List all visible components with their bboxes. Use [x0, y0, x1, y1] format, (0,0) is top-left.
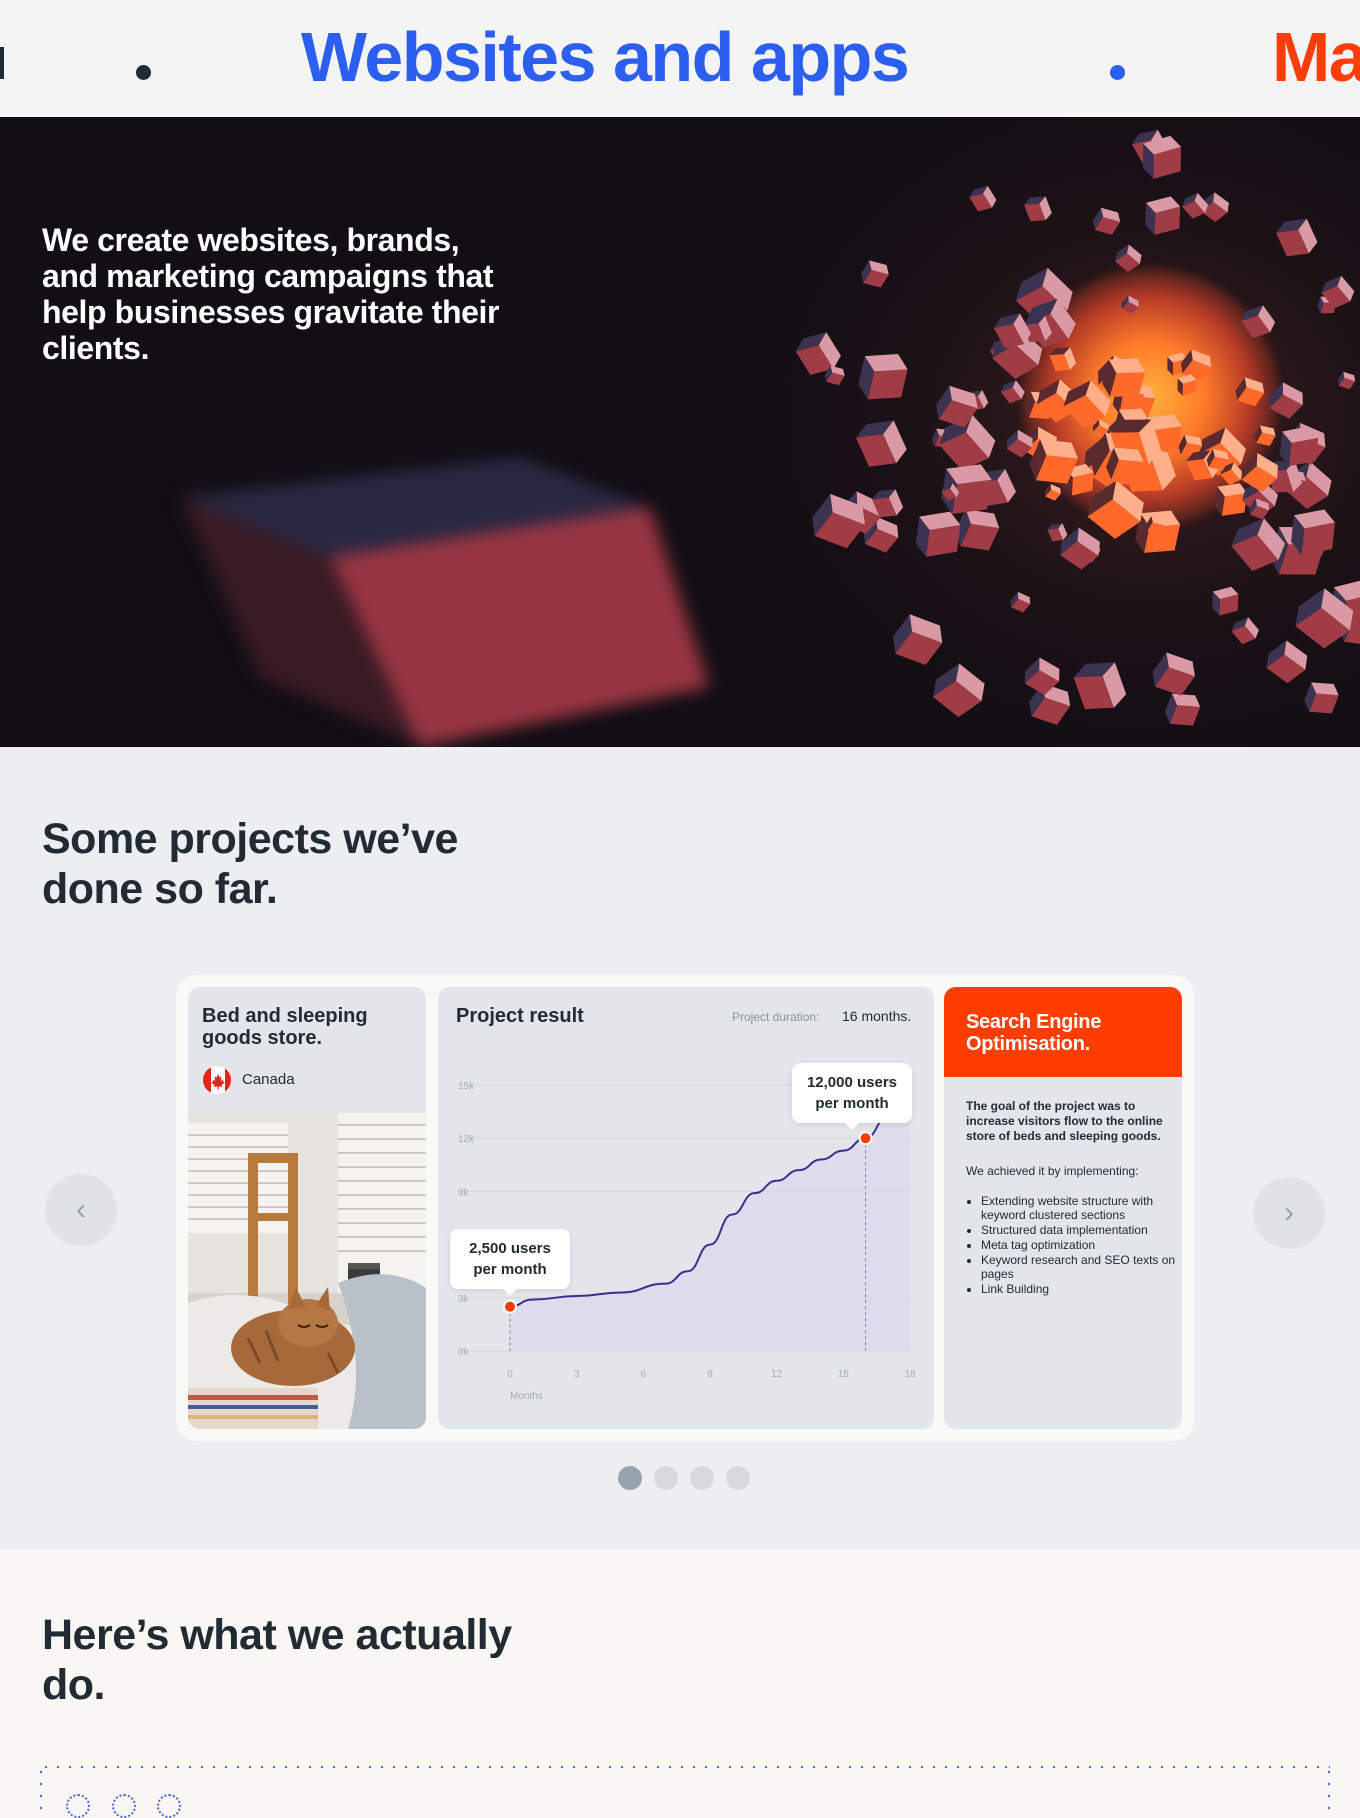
pagination-dot-4[interactable]	[726, 1466, 750, 1490]
x-tick-label: 3	[574, 1369, 580, 1380]
hero-cube	[1047, 523, 1068, 542]
hero-cube	[1269, 382, 1303, 419]
chart-annotation-start: 2,500 users per month	[450, 1229, 570, 1296]
x-tick-label: 0	[507, 1369, 513, 1380]
service-list-item: Extending website structure with keyword…	[981, 1194, 1176, 1222]
hero-cube	[1000, 380, 1025, 404]
service-list-item: Keyword research and SEO texts on pages	[981, 1253, 1176, 1281]
service-list: Extending website structure with keyword…	[981, 1194, 1176, 1297]
hero-cube	[1044, 484, 1061, 501]
hero-cube	[858, 354, 908, 400]
pagination-dot-2[interactable]	[654, 1466, 678, 1490]
ticker-title-next: Ma	[1272, 18, 1360, 96]
result-line-chart: 0k 3k 9k 12k 15k 0 3 6 9 12 15 18 Months	[458, 1081, 916, 1402]
service-list-item: Link Building	[981, 1282, 1176, 1296]
chart-marker	[858, 1131, 873, 1146]
service-card: Search Engine Optimisation. The goal of …	[944, 987, 1182, 1429]
services-heading: Here’s what we actually do.	[42, 1611, 512, 1709]
chevron-left-icon: ‹	[76, 1193, 86, 1226]
hero-banner: We create websites, brands, and marketin…	[0, 117, 1360, 747]
canada-flag-icon	[202, 1065, 232, 1095]
hero-cube	[861, 260, 889, 288]
hero-cube	[1266, 640, 1308, 684]
hero-cube	[969, 185, 997, 212]
y-tick-label: 0k	[458, 1347, 470, 1358]
dotted-frame-top	[40, 1766, 1330, 1768]
hero-cube	[1121, 295, 1139, 314]
hero-cube	[1276, 218, 1318, 257]
y-tick-label: 9k	[458, 1187, 470, 1198]
x-tick-label: 15	[838, 1369, 850, 1380]
service-intro: We achieved it by implementing:	[966, 1164, 1139, 1178]
chart-marker	[503, 1299, 517, 1314]
hero-cube	[1254, 425, 1276, 446]
client-country: Canada	[242, 1071, 295, 1088]
hero-cube	[1231, 617, 1259, 645]
projects-section: Some projects we’ve done so far. ‹ › Bed…	[0, 747, 1360, 1550]
ticker-dot	[136, 65, 151, 80]
carousel-prev-button[interactable]: ‹	[45, 1174, 117, 1246]
hero-cube	[1073, 662, 1127, 710]
x-tick-label: 18	[904, 1369, 916, 1380]
client-name: Bed and sleeping goods store.	[202, 1005, 368, 1049]
hero-cube	[855, 420, 907, 467]
hero-cube	[1212, 586, 1239, 616]
pagination-dot-3[interactable]	[690, 1466, 714, 1490]
projects-heading: Some projects we’ve done so far.	[42, 815, 458, 913]
dotted-frame-right	[1328, 1766, 1330, 1818]
hero-cube	[892, 614, 943, 665]
loader-ring-icon	[157, 1794, 181, 1818]
loader-ring-icon	[66, 1794, 90, 1818]
hero-cube	[1182, 192, 1209, 219]
chevron-right-icon: ›	[1284, 1196, 1294, 1229]
hero-cube	[1145, 196, 1181, 235]
hero-cube	[1235, 377, 1265, 407]
chart-annotation-end: 12,000 users per month	[792, 1063, 912, 1130]
x-tick-label: 6	[641, 1369, 647, 1380]
client-card: Bed and sleeping goods store. Canada	[188, 987, 426, 1429]
pagination-dot-1[interactable]	[618, 1466, 642, 1490]
loader-ring-icon	[112, 1794, 136, 1818]
chart-area	[510, 1102, 910, 1351]
hero-cube	[932, 663, 985, 718]
ticker-title-main: Websites and apps	[301, 18, 910, 96]
project-card: Bed and sleeping goods store. Canada Pro…	[176, 975, 1194, 1441]
hero-cube	[915, 511, 961, 557]
y-tick-label: 3k	[458, 1294, 470, 1305]
y-tick-label: 15k	[458, 1081, 475, 1092]
service-list-item: Structured data implementation	[981, 1223, 1176, 1237]
hero-cube	[1177, 374, 1197, 396]
service-title: Search Engine Optimisation.	[966, 1011, 1102, 1055]
dotted-frame-left	[40, 1766, 42, 1818]
hero-cube	[1049, 347, 1077, 372]
hero-cube	[1006, 429, 1033, 458]
carousel-next-button[interactable]: ›	[1253, 1177, 1325, 1249]
carousel-pagination	[618, 1466, 750, 1490]
hero-cube	[1024, 196, 1052, 222]
x-tick-label: 12	[771, 1369, 783, 1380]
hero-cube	[1240, 305, 1276, 339]
x-tick-label: 9	[707, 1369, 713, 1380]
services-section: Here’s what we actually do.	[0, 1550, 1360, 1818]
ticker-fragment	[0, 47, 4, 79]
service-list-item: Meta tag optimization	[981, 1238, 1176, 1252]
hero-cube	[1304, 682, 1339, 714]
service-goal: The goal of the project was to increase …	[966, 1099, 1163, 1143]
marquee-ticker: Websites and apps Ma	[0, 0, 1360, 117]
x-axis-label: Months	[510, 1391, 543, 1402]
ticker-dot	[1110, 65, 1125, 80]
hero-cube	[1337, 371, 1356, 390]
hero-cube	[1115, 244, 1142, 272]
hero-cube	[1010, 591, 1031, 613]
service-card-header: Search Engine Optimisation.	[944, 987, 1182, 1077]
hero-cube-cluster	[795, 129, 1360, 726]
hero-cube	[1092, 207, 1121, 235]
client-photo-cat	[188, 1113, 426, 1429]
hero-tagline: We create websites, brands, and marketin…	[42, 222, 500, 366]
y-tick-label: 12k	[458, 1134, 475, 1145]
hero-cube	[1152, 652, 1195, 696]
result-card: Project result Project duration: 16 mont…	[438, 987, 934, 1429]
hero-cube	[1164, 693, 1201, 726]
